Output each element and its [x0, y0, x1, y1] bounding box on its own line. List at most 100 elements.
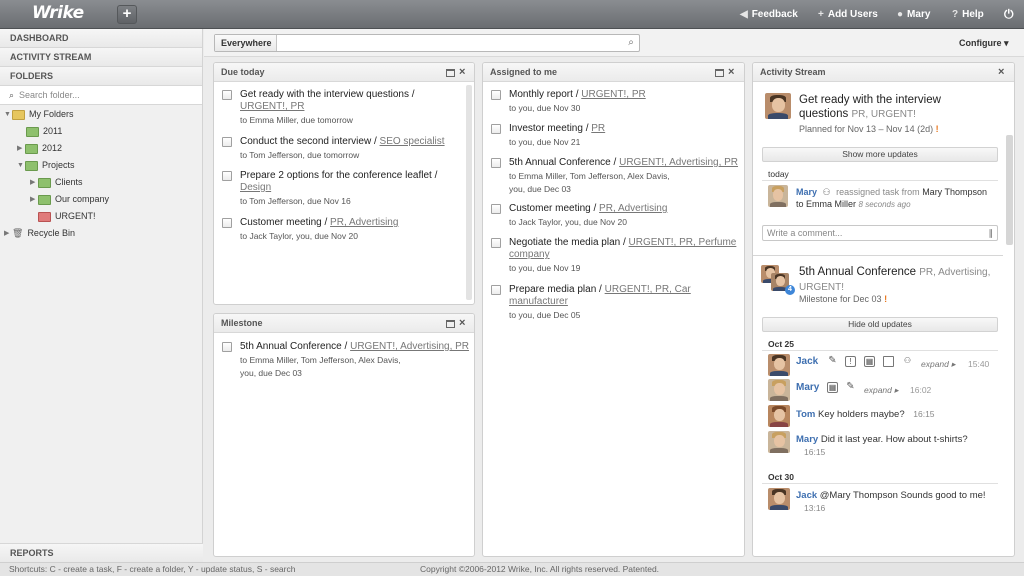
task-checkbox[interactable]: [491, 204, 501, 214]
close-icon[interactable]: ×: [998, 63, 1004, 82]
calendar-icon: ▦: [864, 356, 875, 367]
pencil-icon: ✎: [846, 381, 855, 392]
task-checkbox[interactable]: [491, 238, 501, 248]
task-item[interactable]: Customer meeting / PR, Advertising to Ja…: [509, 203, 741, 228]
collapse-arrow-icon[interactable]: ▼: [4, 106, 12, 123]
comment-entry: Tom Key holders maybe? 16:15: [796, 409, 935, 420]
alert-icon: !: [845, 356, 856, 367]
hide-old-updates-button[interactable]: Hide old updates: [762, 317, 998, 332]
add-users-link[interactable]: + Add Users: [818, 0, 878, 29]
expand-arrow-icon[interactable]: ▶: [4, 225, 12, 242]
task-item[interactable]: 5th Annual Conference / URGENT!, Adverti…: [509, 157, 741, 195]
scope-selector[interactable]: Everywhere: [215, 35, 277, 51]
avatar[interactable]: [768, 431, 790, 453]
power-icon[interactable]: ⏻: [1004, 0, 1014, 29]
user-link[interactable]: Jack: [796, 356, 818, 367]
maximize-icon[interactable]: [446, 314, 455, 333]
avatar[interactable]: [768, 354, 790, 376]
task-checkbox[interactable]: [491, 90, 501, 100]
nav-folders[interactable]: FOLDERS: [0, 67, 202, 86]
tree-item-my-folders[interactable]: ▼ My Folders: [4, 106, 74, 123]
widget-header: Activity Stream ×: [753, 63, 1014, 82]
expand-arrow-icon[interactable]: ▶: [17, 140, 25, 157]
folder-search[interactable]: ⌕ Search folder...: [0, 86, 202, 105]
scrollbar[interactable]: [1006, 135, 1013, 245]
nav-reports[interactable]: REPORTS: [0, 543, 203, 562]
task-item[interactable]: Prepare media plan / URGENT!, PR, Car man…: [509, 284, 741, 321]
activity-task-title[interactable]: 5th Annual Conference PR, Advertising, UR…: [799, 265, 1004, 295]
search-input[interactable]: [277, 35, 623, 51]
task-checkbox[interactable]: [491, 124, 501, 134]
task-item[interactable]: Customer meeting / PR, Advertising to Ja…: [240, 217, 464, 242]
megaphone-icon: ◀: [740, 9, 748, 20]
avatar[interactable]: [768, 185, 788, 207]
user-link[interactable]: Mary: [796, 434, 818, 445]
task-item[interactable]: Conduct the second interview / SEO speci…: [240, 136, 464, 161]
scrollbar[interactable]: [466, 85, 472, 300]
task-item[interactable]: Negotiate the media plan / URGENT!, PR, …: [509, 237, 741, 274]
user-link[interactable]: Jack: [796, 490, 817, 501]
planned-dates: Planned for Nov 13 – Nov 14 (2d) !: [799, 124, 939, 134]
top-bar: Wrike + ◀ Feedback + Add Users ● Mary ? Help…: [0, 0, 1024, 29]
task-checkbox[interactable]: [222, 171, 232, 181]
expand-link[interactable]: expand ▸: [864, 384, 899, 396]
collapse-arrow-icon[interactable]: ▼: [17, 157, 25, 174]
close-icon[interactable]: ×: [459, 314, 465, 333]
user-link[interactable]: Tom: [796, 409, 815, 420]
widget-title: Due today: [221, 67, 265, 77]
tree-item-2012[interactable]: ▶ 2012: [17, 140, 62, 157]
help-link[interactable]: ? Help: [952, 0, 984, 29]
expand-arrow-icon[interactable]: ▶: [30, 174, 38, 191]
close-icon[interactable]: ×: [459, 63, 465, 82]
expand-arrow-icon[interactable]: ▶: [30, 191, 38, 208]
task-item[interactable]: Investor meeting / PR to you, due Nov 21: [509, 123, 741, 148]
user-link[interactable]: Mary: [796, 187, 817, 197]
task-checkbox[interactable]: [491, 158, 501, 168]
copyright: Copyright ©2006-2012 Wrike, Inc. All rig…: [420, 564, 660, 574]
task-item[interactable]: 5th Annual Conference / URGENT!, Adverti…: [240, 341, 470, 379]
wrike-logo[interactable]: Wrike: [32, 3, 84, 23]
task-item[interactable]: Get ready with the interview questions /…: [240, 89, 464, 126]
tree-item-2011[interactable]: 2011: [26, 123, 62, 140]
close-icon[interactable]: ×: [728, 63, 734, 82]
flag-icon: !: [935, 124, 939, 134]
divider: [762, 483, 998, 484]
task-checkbox[interactable]: [491, 285, 501, 295]
expand-link[interactable]: expand ▸: [921, 358, 956, 370]
search-icon[interactable]: ⌕: [623, 35, 639, 51]
avatar[interactable]: [768, 379, 790, 401]
new-item-button[interactable]: +: [117, 5, 137, 24]
user-link[interactable]: Mary: [796, 382, 819, 393]
avatar[interactable]: [768, 488, 790, 510]
maximize-icon[interactable]: [446, 63, 455, 82]
tree-item-our-company[interactable]: ▶ Our company: [30, 191, 109, 208]
feedback-link[interactable]: ◀ Feedback: [740, 0, 798, 29]
avatar[interactable]: [768, 405, 790, 427]
task-checkbox[interactable]: [222, 342, 232, 352]
task-checkbox[interactable]: [222, 90, 232, 100]
date-header: Oct 25: [768, 339, 794, 349]
tree-item-projects[interactable]: ▼ Projects: [17, 157, 75, 174]
tree-item-clients[interactable]: ▶ Clients: [30, 174, 83, 191]
show-more-updates-button[interactable]: Show more updates: [762, 147, 998, 162]
task-checkbox[interactable]: [222, 137, 232, 147]
nav-activity-stream[interactable]: ACTIVITY STREAM: [0, 48, 202, 67]
user-menu[interactable]: ● Mary: [897, 0, 930, 29]
task-item[interactable]: Prepare 2 options for the conference lea…: [240, 170, 464, 207]
date-header: today: [768, 169, 789, 179]
folder-icon: [25, 160, 38, 171]
tree-item-urgent[interactable]: URGENT!: [38, 208, 96, 225]
activity-task-title[interactable]: Get ready with the interview questions PR…: [799, 93, 1004, 122]
attachment-icon[interactable]: ∥: [989, 226, 994, 240]
trash-icon: 🗑: [12, 228, 24, 238]
footer: Shortcuts: C - create a task, F - create…: [0, 562, 1024, 576]
avatar[interactable]: [765, 93, 791, 119]
configure-menu[interactable]: Configure ▾: [959, 38, 1009, 49]
maximize-icon[interactable]: [715, 63, 724, 82]
nav-dashboard[interactable]: DASHBOARD: [0, 29, 202, 48]
task-checkbox[interactable]: [222, 218, 232, 228]
task-item[interactable]: Monthly report / URGENT!, PR to you, due…: [509, 89, 741, 114]
tree-item-recycle-bin[interactable]: ▶ 🗑 Recycle Bin: [4, 225, 75, 242]
search-icon: ⌕: [9, 89, 15, 100]
comment-input[interactable]: Write a comment... ∥: [762, 225, 998, 241]
